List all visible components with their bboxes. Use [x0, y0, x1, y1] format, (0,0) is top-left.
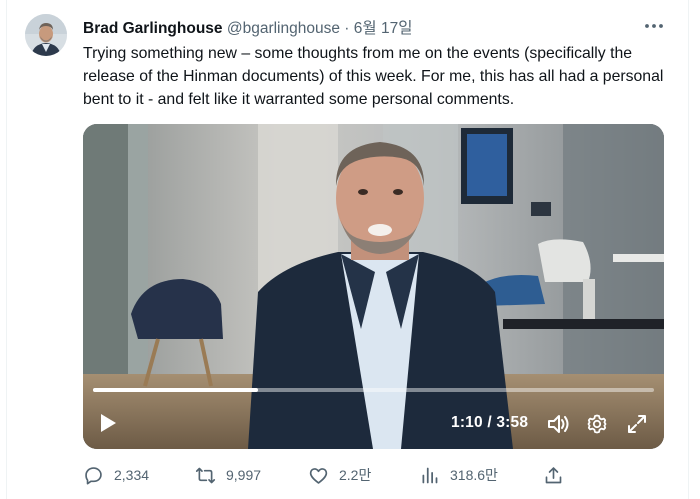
- video-progress-fill: [93, 388, 258, 392]
- reply-button[interactable]: 2,334: [83, 462, 149, 488]
- author-handle[interactable]: @bgarlinghouse: [227, 20, 340, 37]
- avatar-image: [25, 14, 67, 56]
- volume-button[interactable]: [546, 413, 570, 435]
- fullscreen-button[interactable]: [626, 413, 648, 435]
- views-icon: [422, 467, 438, 483]
- video-frame: [83, 124, 664, 449]
- video-progress-bar[interactable]: [93, 388, 654, 392]
- repost-button[interactable]: 9,997: [195, 462, 261, 488]
- video-player[interactable]: 1:10 / 3:58: [83, 124, 664, 449]
- volume-icon: [548, 415, 569, 433]
- play-icon: [101, 414, 116, 432]
- separator-dot: ·: [344, 20, 350, 37]
- tweet-actions: 2,334 9,997 2.2만 318.6만: [83, 462, 573, 488]
- repost-count: 9,997: [226, 467, 262, 483]
- avatar[interactable]: [25, 14, 67, 56]
- reply-count: 2,334: [114, 467, 150, 483]
- more-icon: [645, 24, 663, 28]
- repost-icon: [195, 467, 216, 483]
- views-count: 318.6만: [450, 467, 498, 483]
- author-name[interactable]: Brad Garlinghouse: [83, 20, 223, 37]
- share-button[interactable]: [543, 462, 574, 488]
- play-button[interactable]: [97, 412, 119, 434]
- video-time: 1:10 / 3:58: [451, 414, 529, 431]
- views-button[interactable]: 318.6만: [419, 462, 498, 488]
- tweet-date[interactable]: 6월 17일: [354, 20, 413, 37]
- tweet-text: Trying something new – some thoughts fro…: [83, 45, 664, 108]
- more-options-button[interactable]: [643, 16, 665, 36]
- fullscreen-icon: [628, 415, 646, 433]
- like-icon: [309, 467, 328, 484]
- share-icon: [545, 466, 562, 483]
- settings-button[interactable]: [586, 413, 608, 435]
- like-button[interactable]: 2.2만: [308, 462, 371, 488]
- tweet-header: Brad Garlinghouse @bgarlinghouse · 6월 17…: [83, 16, 412, 38]
- reply-icon: [85, 466, 102, 484]
- like-count: 2.2만: [339, 467, 372, 483]
- settings-icon: [587, 414, 607, 434]
